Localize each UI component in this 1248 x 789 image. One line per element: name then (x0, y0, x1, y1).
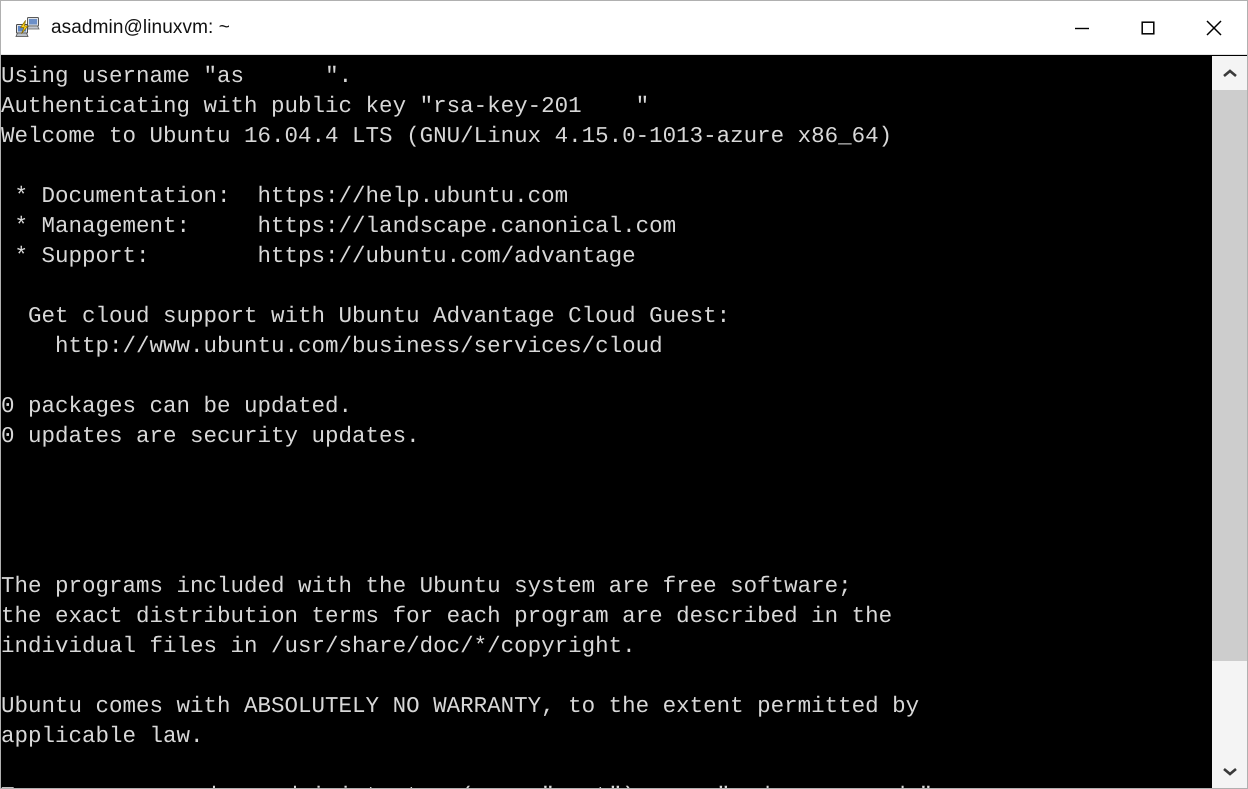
line-blank-7 (1, 541, 1211, 571)
window-title: asadmin@linuxvm: ~ (51, 16, 230, 38)
minimize-icon (1075, 27, 1089, 29)
terminal-text: Using username "as (1, 63, 245, 89)
terminal-text: * Management: https://landscape.canonica… (1, 213, 677, 239)
line-management: * Management: https://landscape.canonica… (1, 211, 1211, 241)
terminal-text: the exact distribution terms for each pr… (1, 603, 893, 629)
window-titlebar[interactable]: asadmin@linuxvm: ~ (1, 1, 1247, 55)
chevron-down-icon (1222, 767, 1237, 776)
putty-icon (15, 15, 41, 41)
line-exact-terms: the exact distribution terms for each pr… (1, 601, 1211, 631)
line-blank-3 (1, 361, 1211, 391)
line-using-username: Using username "as ". (1, 61, 1211, 91)
redacted-text (581, 91, 636, 121)
line-cloud-support: Get cloud support with Ubuntu Advantage … (1, 301, 1211, 331)
line-blank-8 (1, 661, 1211, 691)
vertical-scrollbar[interactable] (1211, 56, 1247, 788)
terminal-text: 0 packages can be updated. (1, 393, 353, 419)
terminal-text: * Support: https://ubuntu.com/advantage (1, 243, 636, 269)
window-controls (1049, 1, 1247, 55)
terminal-text: applicable law. (1, 723, 204, 749)
chevron-up-icon (1222, 68, 1237, 77)
terminal-text: individual files in /usr/share/doc/*/cop… (1, 633, 636, 659)
close-icon (1206, 19, 1222, 36)
line-blank-1 (1, 151, 1211, 181)
terminal-text: ". (325, 63, 353, 89)
line-individual-files: individual files in /usr/share/doc/*/cop… (1, 631, 1211, 661)
line-programs-included: The programs included with the Ubuntu sy… (1, 571, 1211, 601)
line-packages-updated: 0 packages can be updated. (1, 391, 1211, 421)
line-no-warranty: Ubuntu comes with ABSOLUTELY NO WARRANTY… (1, 691, 1211, 721)
line-blank-4 (1, 451, 1211, 481)
line-cloud-url: http://www.ubuntu.com/business/services/… (1, 331, 1211, 361)
line-welcome: Welcome to Ubuntu 16.04.4 LTS (GNU/Linux… (1, 121, 1211, 151)
terminal-text: Get cloud support with Ubuntu Advantage … (1, 303, 731, 329)
terminal-text: 0 updates are security updates. (1, 423, 420, 449)
line-blank-6 (1, 511, 1211, 541)
line-support: * Support: https://ubuntu.com/advantage (1, 241, 1211, 271)
scrollbar-track[interactable] (1212, 90, 1247, 754)
terminal-text: Welcome to Ubuntu 16.04.4 LTS (GNU/Linux… (1, 123, 893, 149)
line-blank-9 (1, 751, 1211, 781)
redacted-text (244, 61, 326, 91)
line-applicable-law: applicable law. (1, 721, 1211, 751)
terminal-text: http://www.ubuntu.com/business/services/… (1, 333, 663, 359)
terminal-text: " (635, 93, 650, 119)
maximize-button[interactable] (1115, 1, 1181, 55)
terminal-text: Ubuntu comes with ABSOLUTELY NO WARRANTY… (1, 693, 920, 719)
line-blank-2 (1, 271, 1211, 301)
putty-terminal-window: asadmin@linuxvm: ~ Using username "as ".… (0, 0, 1248, 789)
scroll-down-button[interactable] (1212, 754, 1247, 788)
maximize-icon (1141, 20, 1155, 35)
close-button[interactable] (1181, 1, 1247, 55)
terminal-text: * Documentation: https://help.ubuntu.com (1, 183, 569, 209)
line-sudo-hint: To run a command as administrator (user … (1, 781, 1211, 788)
scroll-up-button[interactable] (1212, 56, 1247, 90)
terminal-text: The programs included with the Ubuntu sy… (1, 573, 852, 599)
terminal-text: To run a command as administrator (user … (1, 783, 946, 788)
terminal-output: Using username "as ". Authenticating with… (1, 61, 1211, 788)
line-blank-5 (1, 481, 1211, 511)
minimize-button[interactable] (1049, 1, 1115, 55)
scrollbar-thumb[interactable] (1212, 90, 1247, 662)
line-authenticating: Authenticating with public key "rsa-key-… (1, 91, 1211, 121)
terminal-screen[interactable]: Using username "as ". Authenticating with… (1, 56, 1211, 788)
terminal-text: Authenticating with public key "rsa-key-… (1, 93, 582, 119)
line-documentation: * Documentation: https://help.ubuntu.com (1, 181, 1211, 211)
line-security-updates: 0 updates are security updates. (1, 421, 1211, 451)
